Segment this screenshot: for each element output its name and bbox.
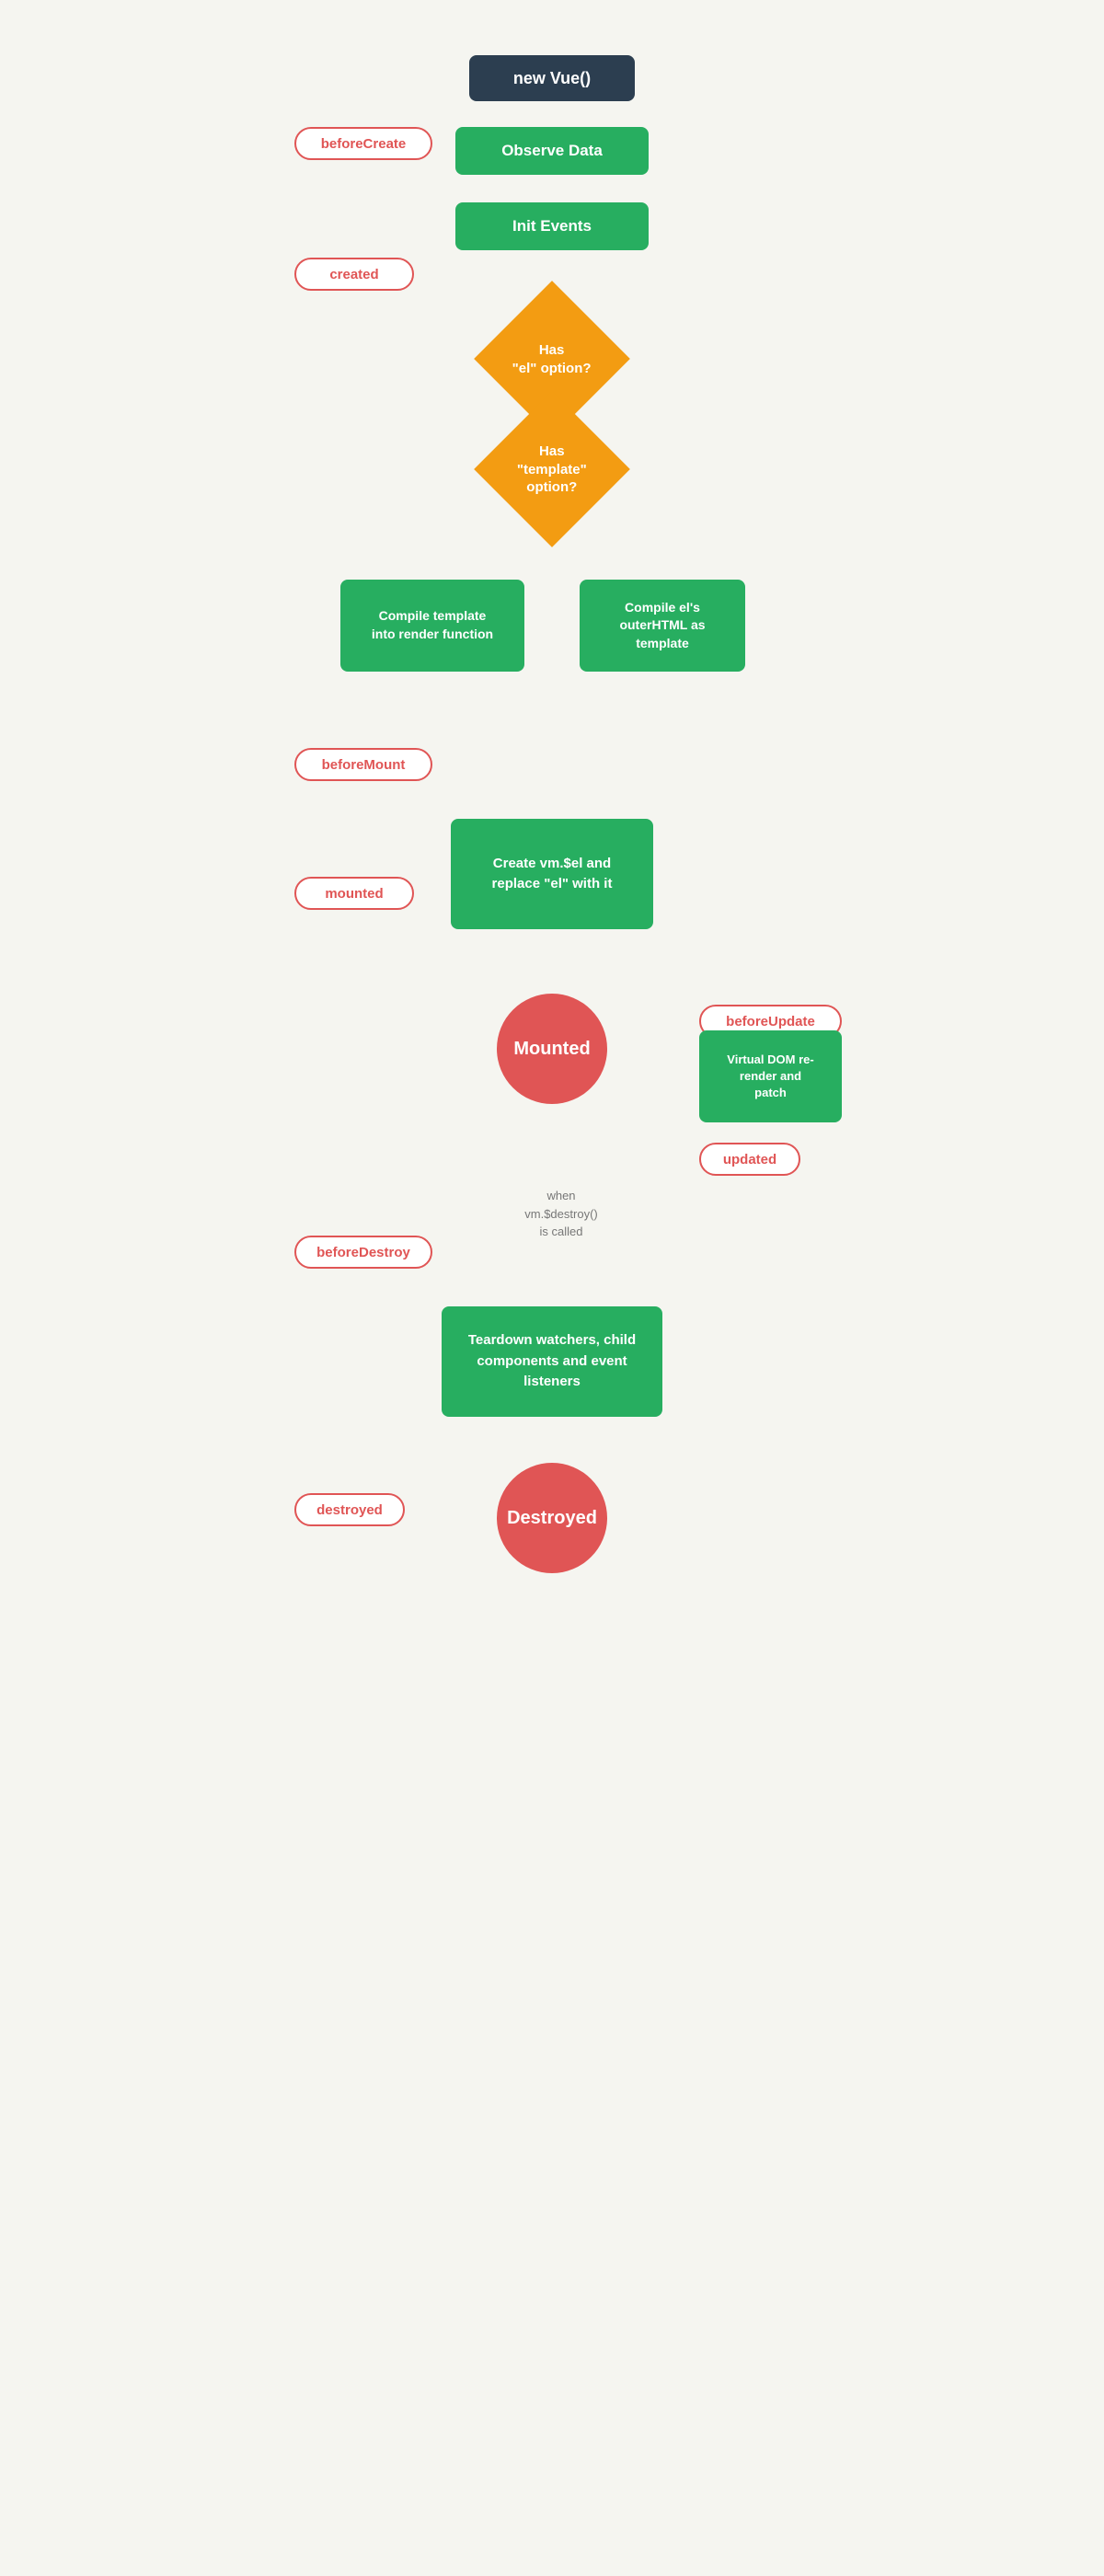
- before-create-hook: beforeCreate: [294, 127, 432, 160]
- mounted-hook: mounted: [294, 877, 414, 910]
- observe-data-node: Observe Data: [455, 127, 649, 175]
- when-destroy-label: whenvm.$destroy()is called: [488, 1187, 635, 1241]
- teardown-node: Teardown watchers, child components and …: [442, 1306, 662, 1417]
- has-template-diamond: Has "template" option?: [474, 391, 630, 547]
- destroyed-circle: Destroyed: [497, 1463, 607, 1573]
- virtual-dom-node: Virtual DOM re-render and patch: [699, 1030, 842, 1122]
- before-destroy-hook: beforeDestroy: [294, 1236, 432, 1269]
- compile-el-node: Compile el's outerHTML as template: [580, 580, 745, 672]
- destroyed-hook: destroyed: [294, 1493, 405, 1526]
- created-hook: created: [294, 258, 414, 291]
- init-events-node: Init Events: [455, 202, 649, 250]
- create-vm-el-node: Create vm.$el and replace "el" with it: [451, 819, 653, 929]
- updated-hook: updated: [699, 1143, 800, 1176]
- new-vue-node: new Vue(): [469, 55, 635, 101]
- mounted-circle: Mounted: [497, 994, 607, 1104]
- before-mount-hook: beforeMount: [294, 748, 432, 781]
- lifecycle-diagram: YES NO when vm.$mount(el) is called YES …: [248, 18, 856, 74]
- compile-template-node: Compile template into render function: [340, 580, 524, 672]
